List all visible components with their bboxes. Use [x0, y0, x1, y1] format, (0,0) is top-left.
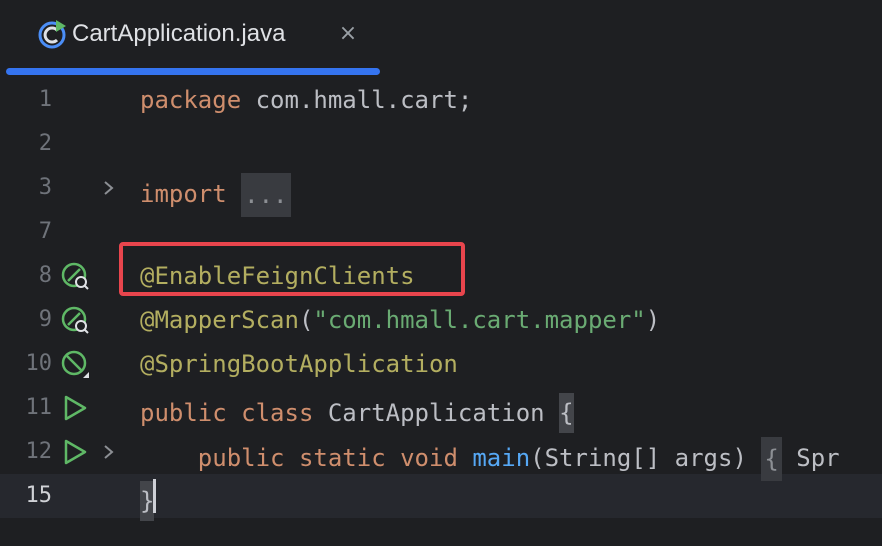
code-line-main-method: public static void main(String[] args) {… [140, 437, 840, 481]
annotation: @MapperScan [140, 306, 299, 334]
keyword: class [241, 399, 314, 427]
line-number-current: 15 [25, 483, 53, 508]
java-class-run-icon [38, 20, 66, 49]
brace: { [559, 393, 574, 433]
folded-imports[interactable]: ... [241, 173, 291, 217]
code-line-import: import ... [140, 173, 291, 217]
folded-body[interactable]: { [761, 437, 782, 481]
keyword: public [140, 399, 227, 427]
paren: ) [645, 306, 661, 334]
code-line-class-decl: public class CartApplication { [140, 393, 574, 433]
keyword: import [140, 180, 227, 208]
line-number: 9 [38, 307, 52, 332]
editor-tab-bar: CartApplication.java × [0, 0, 882, 76]
bean-inspect-icon[interactable] [60, 261, 90, 291]
keyword: void [400, 444, 458, 472]
run-icon[interactable] [60, 437, 90, 467]
paren: ( [298, 306, 314, 334]
fold-expand-icon[interactable] [100, 173, 118, 203]
line-number: 1 [38, 87, 52, 112]
text-caret [153, 479, 156, 513]
code-editor: CartApplication.java × 1 2 3 7 8 9 10 11… [0, 0, 882, 546]
code-line-spring-boot-app: @SpringBootApplication [140, 349, 458, 379]
string-literal: "com.hmall.cart.mapper" [313, 306, 646, 334]
tab-cart-application[interactable]: CartApplication.java × [6, 0, 380, 76]
active-tab-indicator [6, 68, 380, 75]
line-number: 12 [25, 439, 53, 464]
keyword: public [197, 444, 285, 472]
class-name: CartApplication [327, 399, 545, 427]
line-number: 11 [25, 395, 53, 420]
keyword: static [298, 444, 386, 472]
truncated-code: Spr [796, 444, 840, 472]
close-icon[interactable]: × [338, 22, 358, 46]
editor-gutter: 1 2 3 7 8 9 10 11 12 15 [0, 78, 132, 546]
line-number: 8 [38, 263, 52, 288]
annotation: @SpringBootApplication [140, 350, 458, 378]
line-number: 10 [25, 351, 53, 376]
parameters: (String[] args) [530, 444, 747, 472]
keyword: package [140, 86, 242, 114]
highlight-annotation-box [119, 242, 465, 296]
line-number: 7 [38, 219, 52, 244]
code-area[interactable]: package com.hmall.cart; import ... @Enab… [132, 78, 882, 546]
method-name: main [472, 444, 531, 472]
bean-inspect-icon[interactable] [60, 305, 90, 335]
code-line-package: package com.hmall.cart; [140, 85, 472, 115]
line-number: 2 [38, 131, 52, 156]
fold-expand-icon[interactable] [100, 437, 118, 467]
line-number: 3 [38, 175, 52, 200]
spring-bean-icon[interactable] [60, 349, 90, 379]
code-line-mapper-scan: @MapperScan("com.hmall.cart.mapper") [140, 305, 660, 335]
package-name: com.hmall.cart; [241, 86, 473, 114]
run-icon[interactable] [60, 393, 90, 423]
tab-title: CartApplication.java [72, 20, 286, 47]
